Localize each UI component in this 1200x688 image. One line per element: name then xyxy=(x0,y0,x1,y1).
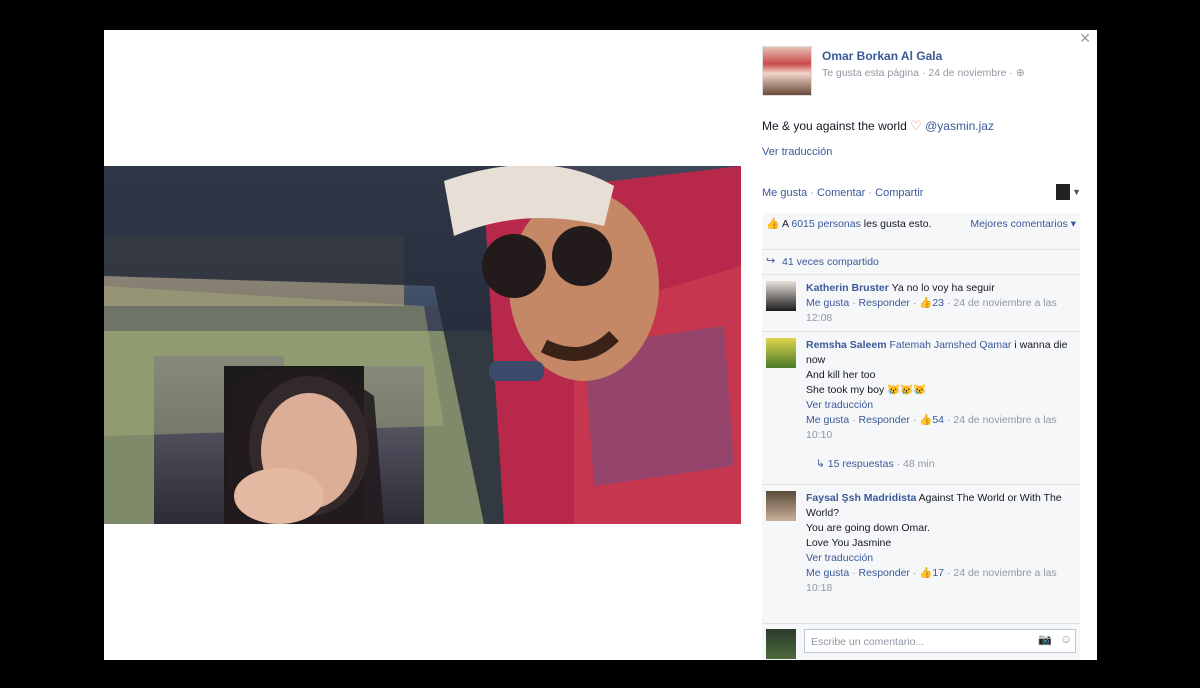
replies-link[interactable]: ↳ 15 respuestas · 48 min xyxy=(816,458,935,470)
post-translate-link[interactable]: Ver traducción xyxy=(762,146,832,158)
post-header: Omar Borkan Al Gala Te gusta esta página… xyxy=(762,46,1092,100)
comment-body: Remsha Saleem Fatemah Jamshed Qamar i wa… xyxy=(806,338,1078,443)
comment-body: Faysal Şsh Madridista Against The World … xyxy=(806,491,1078,596)
likes-summary: 👍 A 6015 personas les gusta esto. Mejore… xyxy=(762,213,1080,250)
share-action[interactable]: Compartir xyxy=(875,187,923,199)
thumbs-up-icon: 👍 xyxy=(919,414,933,426)
comment-text: Ya no lo voy ha seguir xyxy=(891,282,995,294)
post-date[interactable]: 24 de noviembre xyxy=(928,67,1006,79)
thumbs-up-icon: 👍 xyxy=(919,297,933,309)
comment-author[interactable]: Remsha Saleem xyxy=(806,339,887,351)
comment-meta: Me gusta · Responder · 👍23 · 24 de novie… xyxy=(806,297,1057,324)
comment-item: Faysal Şsh Madridista Against The World … xyxy=(762,485,1080,624)
chevron-down-icon[interactable]: ▼ xyxy=(1072,187,1081,197)
liked-page-text: Te gusta esta página xyxy=(822,67,919,79)
comment-author[interactable]: Katherin Bruster xyxy=(806,282,889,294)
post-photo[interactable] xyxy=(104,166,741,524)
post-actions: Me gusta · Comentar · Compartir xyxy=(762,187,924,199)
share-icon: ↪ xyxy=(766,255,776,267)
comment-reply-link[interactable]: Responder xyxy=(859,567,910,579)
shares-summary: ↪ 41 veces compartido xyxy=(762,250,1080,275)
page-avatar[interactable] xyxy=(762,46,812,96)
comment-avatar[interactable] xyxy=(766,281,796,311)
comment-order-dropdown[interactable]: Mejores comentarios ▾ xyxy=(970,218,1076,230)
reply-arrow-icon: ↳ xyxy=(816,458,825,470)
comment-like-link[interactable]: Me gusta xyxy=(806,414,849,426)
comment-action[interactable]: Comentar xyxy=(817,187,865,199)
shares-link[interactable]: 41 veces compartido xyxy=(782,256,879,268)
comment-author[interactable]: Faysal Şsh Madridista xyxy=(806,492,916,504)
thumbs-up-icon: 👍 xyxy=(766,218,780,230)
comment-translate-link[interactable]: Ver traducción xyxy=(806,399,873,411)
post-message: Me & you against the world ♡ @yasmin.jaz xyxy=(762,118,994,134)
close-icon[interactable]: ✕ xyxy=(1079,30,1091,47)
comment-like-link[interactable]: Me gusta xyxy=(806,297,849,309)
photo-area xyxy=(104,30,750,660)
thumbs-up-icon: 👍 xyxy=(919,567,933,579)
user-avatar xyxy=(766,629,796,659)
comment-text-line: Love You Jasmine xyxy=(806,537,892,549)
comment-avatar[interactable] xyxy=(766,338,796,368)
comment-text-line: You are going down Omar. xyxy=(806,522,930,534)
post-meta: Te gusta esta página · 24 de noviembre ·… xyxy=(822,67,1025,79)
feedback-section: 👍 A 6015 personas les gusta esto. Mejore… xyxy=(762,213,1080,660)
comment-like-count[interactable]: 23 xyxy=(932,297,944,309)
comment-text-line: She took my boy 😿😿😿 xyxy=(806,384,927,396)
comment-meta: Me gusta · Responder · 👍17 · 24 de novie… xyxy=(806,567,1057,594)
comment-body: Katherin Bruster Ya no lo voy ha seguir … xyxy=(806,281,1078,326)
comment-reply-link[interactable]: Responder xyxy=(859,297,910,309)
emoji-icon[interactable]: ☺ xyxy=(1060,632,1072,646)
comment-text-line: And kill her too xyxy=(806,369,876,381)
comment-like-link[interactable]: Me gusta xyxy=(806,567,849,579)
comment-meta: Me gusta · Responder · 👍54 · 24 de novie… xyxy=(806,414,1057,441)
photo-viewer: ✕ Omar Borkan Al Gala Te gusta esta pági… xyxy=(104,30,1097,660)
comment-reply-link[interactable]: Responder xyxy=(859,414,910,426)
comment-like-count[interactable]: 54 xyxy=(932,414,944,426)
comment-input[interactable]: Escribe un comentario... xyxy=(804,629,1076,653)
comment-like-count[interactable]: 17 xyxy=(932,567,944,579)
likes-text: A 6015 personas les gusta esto. xyxy=(782,218,932,230)
heart-icon: ♡ xyxy=(910,118,922,133)
comment-item: Katherin Bruster Ya no lo voy ha seguir … xyxy=(762,275,1080,332)
like-action[interactable]: Me gusta xyxy=(762,187,807,199)
selfie-image xyxy=(104,166,741,524)
mention-link[interactable]: @yasmin.jaz xyxy=(925,119,994,133)
comment-avatar[interactable] xyxy=(766,491,796,521)
likes-count-link[interactable]: 6015 personas xyxy=(791,218,860,230)
comment-mention[interactable]: Fatemah Jamshed Qamar xyxy=(889,339,1011,351)
comment-composer: Escribe un comentario... 📷 ☺ xyxy=(762,625,1080,660)
globe-icon: ⊕ xyxy=(1015,67,1025,79)
post-text: Me & you against the world xyxy=(762,119,907,133)
page-name-link[interactable]: Omar Borkan Al Gala xyxy=(822,49,942,63)
share-as-avatar[interactable] xyxy=(1056,184,1070,200)
comment-item: Remsha Saleem Fatemah Jamshed Qamar i wa… xyxy=(762,332,1080,485)
post-details-panel: ✕ Omar Borkan Al Gala Te gusta esta pági… xyxy=(750,30,1097,660)
comment-translate-link[interactable]: Ver traducción xyxy=(806,552,873,564)
camera-icon[interactable]: 📷 xyxy=(1038,633,1052,646)
